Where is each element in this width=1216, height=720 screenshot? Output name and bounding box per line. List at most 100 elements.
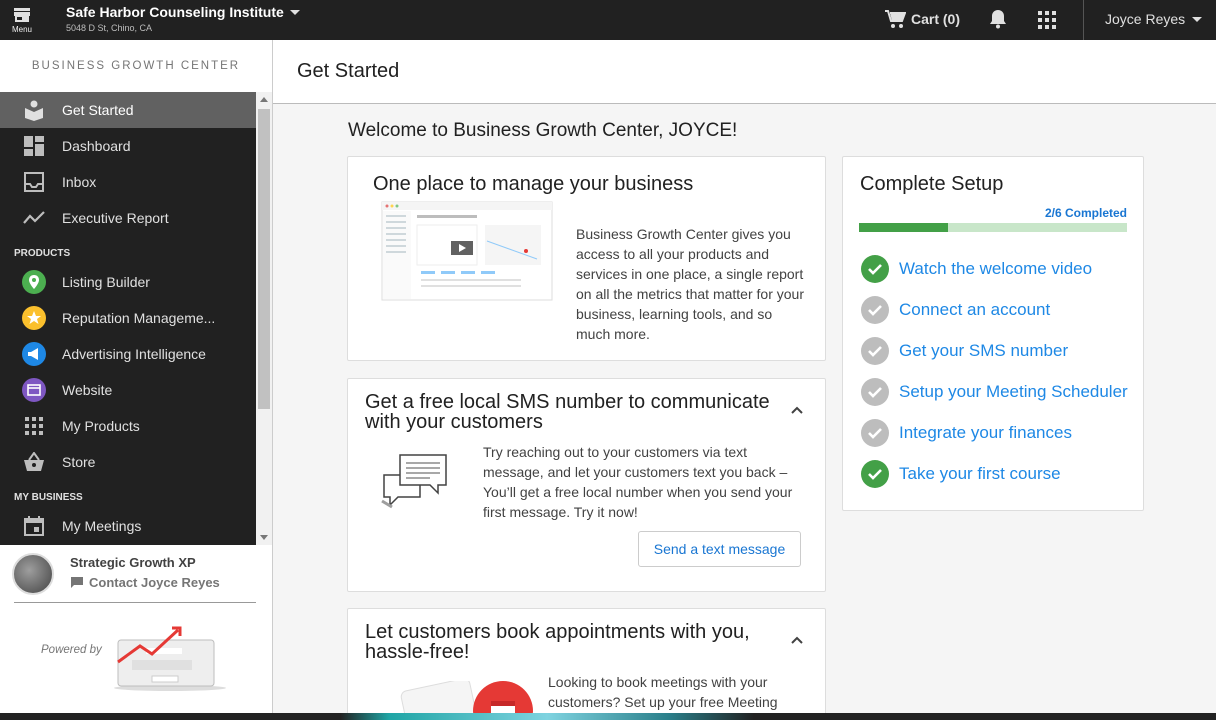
notifications-button[interactable] <box>989 9 1007 34</box>
bell-icon <box>990 10 1006 29</box>
scrollbar-thumb[interactable] <box>258 109 270 409</box>
contact-partner-link[interactable]: Contact Joyce Reyes <box>70 575 220 590</box>
sidebar-item-label: My Products <box>62 418 140 434</box>
setup-step-label: Watch the welcome video <box>899 259 1093 278</box>
chevron-down-icon <box>289 9 300 15</box>
cart-button[interactable]: Cart (0) <box>884 9 960 29</box>
scroll-down-icon[interactable] <box>260 535 268 540</box>
setup-step-label: Take your first course <box>899 464 1061 483</box>
dashboard-preview-image <box>381 201 553 301</box>
top-bar: Menu Safe Harbor Counseling Institute 50… <box>0 0 1216 40</box>
card-body: Business Growth Center gives you access … <box>576 226 804 342</box>
sidebar-item-label: My Meetings <box>62 518 142 534</box>
send-text-message-button[interactable]: Send a text message <box>638 531 801 567</box>
sidebar-item-label: Listing Builder <box>62 274 150 290</box>
setup-step-sms-number[interactable]: Get your SMS number <box>861 337 1068 365</box>
powered-by-logo <box>114 626 226 691</box>
card-body: Looking to book meetings with your custo… <box>548 674 778 710</box>
sidebar-item-label: Inbox <box>62 174 97 190</box>
check-circle-icon <box>861 337 889 365</box>
setup-step-label: Integrate your finances <box>899 423 1072 442</box>
card-body: Try reaching out to your customers via t… <box>483 444 793 520</box>
advertising-icon <box>22 342 46 366</box>
page-title: Get Started <box>273 40 1216 104</box>
sidebar-item-label: Store <box>62 454 96 470</box>
sidebar-item-my-meetings[interactable]: My Meetings <box>0 508 256 544</box>
card-title: One place to manage your business <box>373 173 694 195</box>
scroll-up-icon[interactable] <box>260 97 268 102</box>
listing-builder-icon <box>22 270 46 294</box>
setup-step-meeting-scheduler[interactable]: Setup your Meeting Scheduler <box>861 378 1128 406</box>
inbox-icon <box>22 170 46 194</box>
dashboard-icon <box>22 134 46 158</box>
card-title: Complete Setup <box>860 173 1004 195</box>
apps-button[interactable] <box>1038 11 1056 34</box>
reputation-icon <box>22 306 46 330</box>
user-name: Joyce Reyes <box>1105 11 1186 27</box>
topbar-divider <box>1083 0 1084 40</box>
sidebar-item-executive-report[interactable]: Executive Report <box>0 200 256 236</box>
business-switcher[interactable]: Safe Harbor Counseling Institute 5048 D … <box>66 4 300 33</box>
menu-label: Menu <box>11 24 32 34</box>
sidebar-item-website[interactable]: Website <box>0 372 256 408</box>
chevron-up-icon[interactable] <box>791 634 803 646</box>
sidebar-item-label: Advertising Intelligence <box>62 346 206 362</box>
sidebar-item-store[interactable]: Store <box>0 444 256 480</box>
welcome-heading: Welcome to Business Growth Center, JOYCE… <box>348 120 738 141</box>
sidebar-section-my-business: MY BUSINESS <box>14 492 83 503</box>
store-icon <box>22 450 46 474</box>
sidebar-item-get-started[interactable]: Get Started <box>0 92 256 128</box>
setup-step-watch-video[interactable]: Watch the welcome video <box>861 255 1092 283</box>
setup-step-label: Get your SMS number <box>899 341 1069 360</box>
menu-button[interactable]: Menu <box>0 0 44 40</box>
check-circle-icon <box>861 378 889 406</box>
partner-name: Strategic Growth XP <box>70 555 196 570</box>
cart-icon <box>885 10 906 28</box>
sidebar-item-label: Get Started <box>62 102 134 118</box>
sidebar-item-listing-builder[interactable]: Listing Builder <box>0 264 256 300</box>
sidebar-item-advertising-intelligence[interactable]: Advertising Intelligence <box>0 336 256 372</box>
chevron-up-icon[interactable] <box>791 404 803 416</box>
completion-count: 2/6 Completed <box>1044 206 1127 220</box>
cart-label: Cart (0) <box>911 11 961 27</box>
get-started-icon <box>22 98 46 122</box>
setup-step-first-course[interactable]: Take your first course <box>861 460 1061 488</box>
sidebar-item-label: Dashboard <box>62 138 131 154</box>
apps-grid-icon <box>1038 11 1056 29</box>
store-menu-icon <box>14 7 30 22</box>
sidebar-item-inbox[interactable]: Inbox <box>0 164 256 200</box>
check-circle-icon <box>861 460 889 488</box>
check-circle-icon <box>861 255 889 283</box>
complete-setup-card: Complete Setup 2/6 Completed Watch the w… <box>842 156 1144 511</box>
powered-by-label: Powered by <box>41 644 102 656</box>
sms-card: Get a free local SMS number to communica… <box>347 378 826 592</box>
setup-step-integrate-finances[interactable]: Integrate your finances <box>861 419 1072 447</box>
sidebar-item-reputation-management[interactable]: Reputation Manageme... <box>0 300 256 336</box>
sidebar-section-products: PRODUCTS <box>14 248 71 259</box>
setup-step-connect-account[interactable]: Connect an account <box>861 296 1050 324</box>
calendar-icon <box>22 514 46 538</box>
partner-card: Strategic Growth XP Contact Joyce Reyes <box>12 553 256 603</box>
setup-step-label: Setup your Meeting Scheduler <box>899 382 1128 401</box>
main-content: Get Started Welcome to Business Growth C… <box>273 40 1216 720</box>
desktop-taskbar-strip <box>0 713 1216 720</box>
sidebar-nav: Get Started Dashboard Inbox Executive Re… <box>0 92 256 545</box>
business-address: 5048 D St, Chino, CA <box>66 23 153 33</box>
business-name: Safe Harbor Counseling Institute <box>66 4 284 20</box>
sidebar-item-label: Website <box>62 382 113 398</box>
sidebar-item-my-products[interactable]: My Products <box>0 408 256 444</box>
card-title: Let customers book appointments with you… <box>365 621 750 663</box>
user-menu[interactable]: Joyce Reyes <box>1105 11 1203 27</box>
sidebar-scrollbar[interactable] <box>256 92 272 545</box>
sidebar-item-dashboard[interactable]: Dashboard <box>0 128 256 164</box>
sidebar-item-label: Executive Report <box>62 210 169 226</box>
card-title: Get a free local SMS number to communica… <box>365 391 770 433</box>
setup-progress-fill <box>859 223 949 232</box>
sidebar: BUSINESS GROWTH CENTER Get Started Dashb… <box>0 40 273 720</box>
sidebar-title: BUSINESS GROWTH CENTER <box>31 60 241 72</box>
chat-icon <box>71 577 83 588</box>
trending-icon <box>22 206 46 230</box>
contact-label: Contact Joyce Reyes <box>89 575 220 590</box>
chevron-down-icon <box>1192 16 1203 22</box>
manage-business-card: One place to manage your business Busine… <box>347 156 826 361</box>
